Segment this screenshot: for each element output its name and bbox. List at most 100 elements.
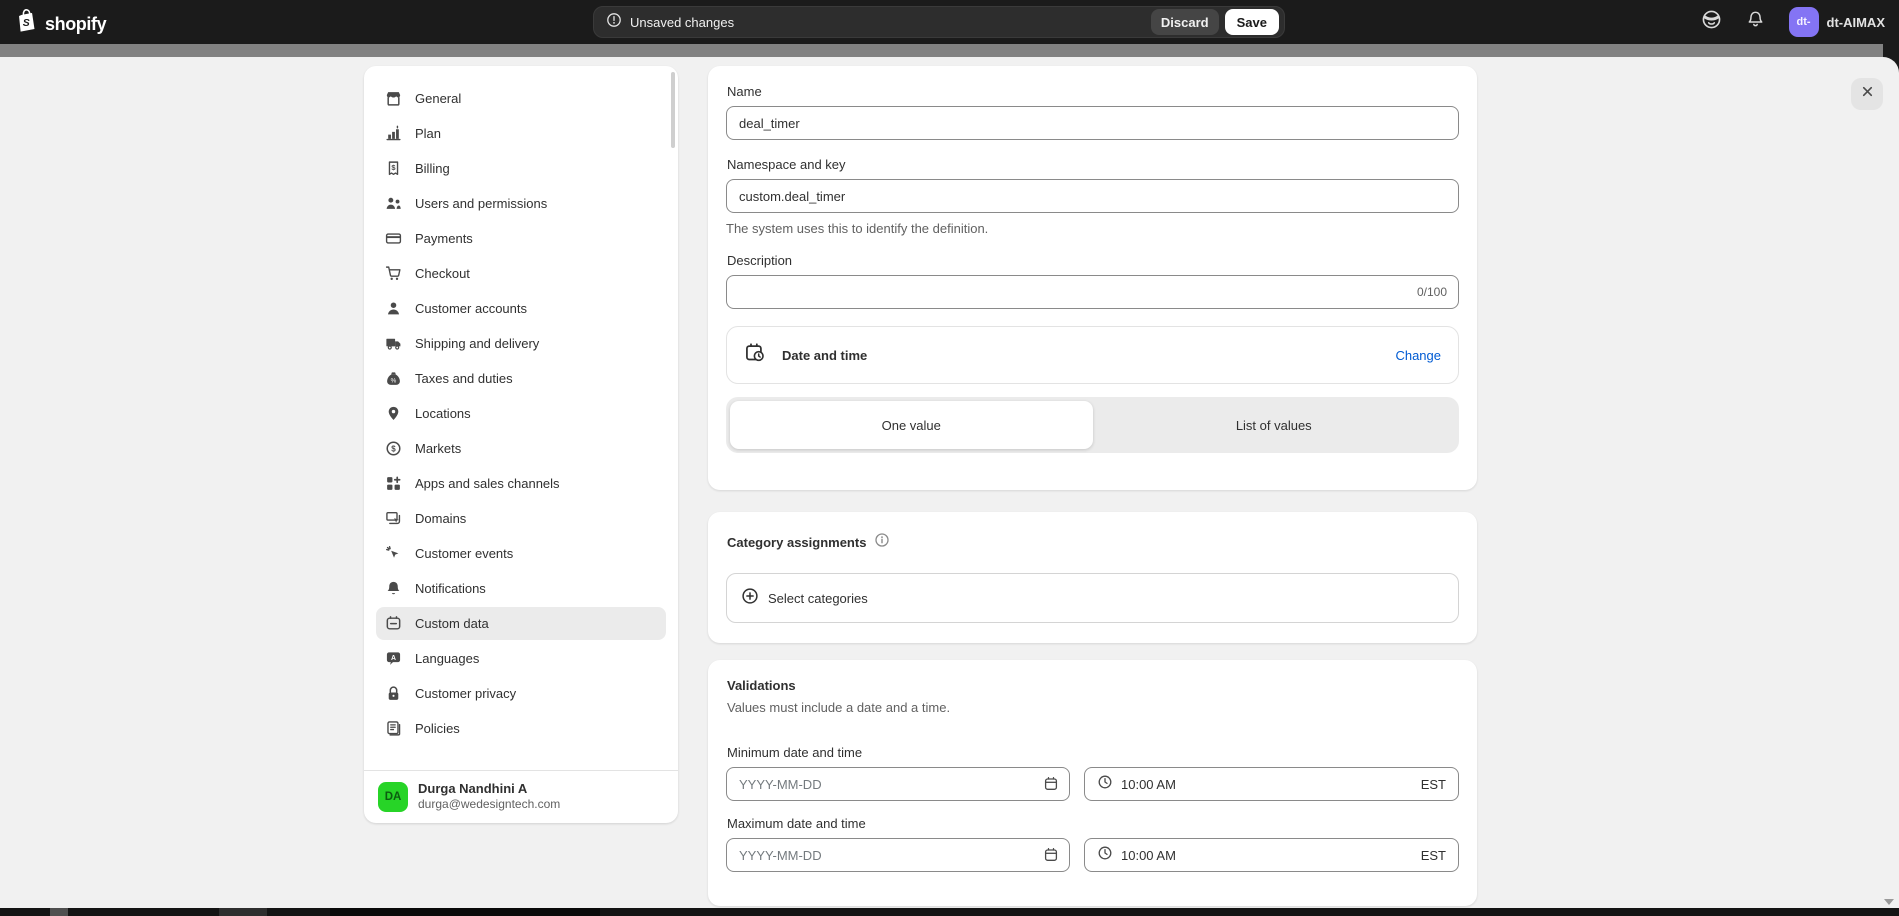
description-char-counter: 0/100: [1417, 285, 1447, 299]
svg-text:S: S: [23, 18, 30, 29]
pin-icon: [385, 405, 402, 422]
change-type-link[interactable]: Change: [1395, 348, 1441, 363]
payments-icon: [385, 230, 402, 247]
sidebar-item-markets[interactable]: $ Markets: [376, 432, 666, 465]
cardinality-segmented-control: One value List of values: [726, 397, 1459, 453]
sidebar-item-notifications[interactable]: Notifications: [376, 572, 666, 605]
discard-button[interactable]: Discard: [1151, 9, 1219, 35]
user-name: Durga Nandhini A: [418, 781, 560, 798]
sidebar-item-taxes-and-duties[interactable]: % Taxes and duties: [376, 362, 666, 395]
min-date-input[interactable]: [726, 767, 1070, 801]
max-time-input[interactable]: 10:00 AM EST: [1084, 838, 1459, 872]
description-input[interactable]: [726, 275, 1459, 309]
languages-icon: A: [385, 650, 402, 667]
segment-one-value[interactable]: One value: [730, 401, 1093, 449]
markets-icon: $: [385, 440, 402, 457]
min-time-value: 10:00 AM: [1121, 777, 1176, 792]
unsaved-changes-bar: Unsaved changes Discard Save: [593, 6, 1285, 38]
svg-text:$: $: [391, 444, 396, 453]
taskbar-strip: [0, 908, 1899, 916]
billing-icon: $: [385, 160, 402, 177]
store-name: dt-AIMAX: [1827, 15, 1886, 30]
sidebar-item-users-and-permissions[interactable]: Users and permissions: [376, 187, 666, 220]
content-type-label: Date and time: [782, 348, 867, 363]
topbar: S shopify Unsaved changes Discard Save d…: [0, 0, 1899, 44]
customdata-icon: [385, 615, 402, 632]
sidebar-item-general[interactable]: General: [376, 82, 666, 115]
select-categories-label: Select categories: [768, 591, 868, 606]
taxes-icon: %: [385, 370, 402, 387]
definition-card: Name Namespace and key The system uses t…: [708, 66, 1477, 490]
close-settings-button[interactable]: [1851, 78, 1883, 110]
sidebar-scrollbar[interactable]: [671, 72, 675, 148]
sidekick-icon[interactable]: [1701, 9, 1722, 35]
notifications-bell-icon[interactable]: [1746, 10, 1765, 34]
name-input[interactable]: [726, 106, 1459, 140]
min-datetime-row: 10:00 AM EST: [726, 767, 1459, 801]
bell-icon: [385, 580, 402, 597]
shopify-bag-icon: S: [14, 8, 39, 40]
sidebar-item-customer-privacy[interactable]: Customer privacy: [376, 677, 666, 710]
sidebar-item-domains[interactable]: Domains: [376, 502, 666, 535]
segment-list-of-values[interactable]: List of values: [1093, 401, 1456, 449]
max-datetime-label: Maximum date and time: [727, 816, 1458, 831]
user-email: durga@wedesigntech.com: [418, 797, 560, 813]
sidebar-item-policies[interactable]: Policies: [376, 712, 666, 745]
svg-text:$: $: [391, 163, 396, 172]
namespace-help-text: The system uses this to identify the def…: [726, 221, 1459, 236]
apps-icon: [385, 475, 402, 492]
min-timezone: EST: [1421, 777, 1446, 792]
content-type-row: Date and time Change: [726, 326, 1459, 384]
description-field-group: Description 0/100: [726, 253, 1459, 309]
sidebar-item-apps-and-sales-channels[interactable]: Apps and sales channels: [376, 467, 666, 500]
store-menu[interactable]: dt- dt-AIMAX: [1789, 7, 1886, 37]
description-label: Description: [727, 253, 1458, 268]
namespace-input[interactable]: [726, 179, 1459, 213]
sidebar-item-custom-data[interactable]: Custom data: [376, 607, 666, 640]
select-categories-button[interactable]: Select categories: [726, 573, 1459, 623]
user-profile[interactable]: DA Durga Nandhini A durga@wedesigntech.c…: [364, 770, 678, 823]
max-datetime-row: 10:00 AM EST: [726, 838, 1459, 872]
sidebar-item-plan[interactable]: Plan: [376, 117, 666, 150]
validations-card: Validations Values must include a date a…: [708, 660, 1477, 906]
sidebar-item-payments[interactable]: Payments: [376, 222, 666, 255]
max-time-value: 10:00 AM: [1121, 848, 1176, 863]
sidebar-item-locations[interactable]: Locations: [376, 397, 666, 430]
settings-sidebar: General Plan $ Billing Users and permiss…: [364, 66, 678, 823]
category-assignments-title: Category assignments: [727, 535, 866, 550]
person-icon: [385, 300, 402, 317]
unsaved-changes-message: Unsaved changes: [630, 15, 734, 30]
plus-circle-icon: [741, 587, 759, 610]
svg-text:%: %: [391, 377, 397, 384]
sidebar-item-customer-events[interactable]: Customer events: [376, 537, 666, 570]
min-time-input[interactable]: 10:00 AM EST: [1084, 767, 1459, 801]
sidebar-item-shipping-and-delivery[interactable]: Shipping and delivery: [376, 327, 666, 360]
sidebar-item-checkout[interactable]: Checkout: [376, 257, 666, 290]
max-timezone: EST: [1421, 848, 1446, 863]
close-icon: [1859, 83, 1876, 105]
dimmed-page-strip: [0, 44, 1883, 57]
save-button[interactable]: Save: [1225, 9, 1279, 35]
users-icon: [385, 195, 402, 212]
clock-icon: [1097, 774, 1113, 795]
name-label: Name: [727, 84, 1458, 99]
sidebar-item-languages[interactable]: A Languages: [376, 642, 666, 675]
store-icon: [385, 90, 402, 107]
truck-icon: [385, 335, 402, 352]
domains-icon: [385, 510, 402, 527]
calendar-clock-icon: [744, 342, 765, 368]
namespace-field-group: Namespace and key The system uses this t…: [726, 157, 1459, 236]
max-date-input[interactable]: [726, 838, 1070, 872]
lock-icon: [385, 685, 402, 702]
topbar-right: dt- dt-AIMAX: [1701, 0, 1886, 44]
store-avatar: dt-: [1789, 7, 1819, 37]
events-icon: [385, 545, 402, 562]
alert-circle-icon: [606, 12, 622, 33]
sidebar-item-customer-accounts[interactable]: Customer accounts: [376, 292, 666, 325]
settings-nav: General Plan $ Billing Users and permiss…: [364, 66, 678, 745]
info-icon[interactable]: [874, 532, 890, 553]
sidebar-item-billing[interactable]: $ Billing: [376, 152, 666, 185]
user-avatar: DA: [378, 782, 408, 812]
bottom-caret-icon: [1884, 899, 1894, 905]
shopify-logo[interactable]: S shopify: [14, 8, 106, 40]
